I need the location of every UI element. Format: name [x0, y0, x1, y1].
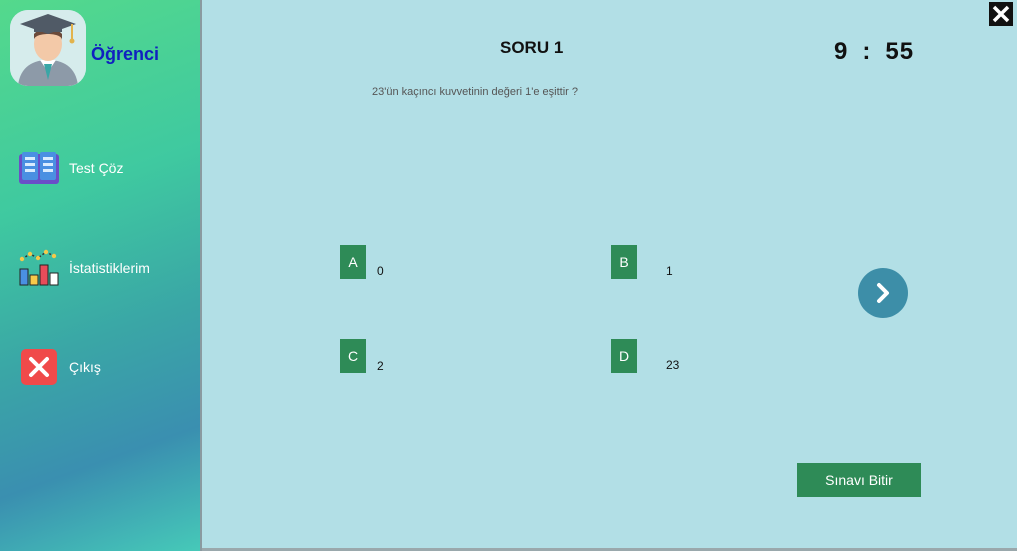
option-c-text: 2	[377, 359, 384, 373]
timer-minutes: 9	[834, 38, 849, 65]
timer: 9:55	[834, 38, 914, 66]
option-c-button[interactable]: C	[340, 339, 366, 373]
next-question-button[interactable]	[858, 268, 908, 318]
option-b-text: 1	[666, 264, 673, 278]
timer-seconds: 55	[885, 38, 915, 65]
sidebar-item-test-coz[interactable]: Test Çöz	[17, 148, 123, 188]
close-icon	[17, 347, 61, 387]
sidebar-item-label: Test Çöz	[69, 160, 124, 176]
student-avatar-icon	[10, 10, 86, 86]
chevron-right-icon	[877, 283, 889, 303]
book-icon	[17, 148, 61, 188]
question-title: SORU 1	[500, 38, 564, 57]
sidebar-item-label: İstatistiklerim	[69, 260, 150, 276]
chart-icon	[17, 248, 61, 288]
sidebar: Öğrenci Test Çöz İstatistiklerim Çıkış	[0, 0, 202, 551]
option-d-text: 23	[666, 358, 680, 372]
question-text: 23'ün kaçıncı kuvvetinin değeri 1'e eşit…	[372, 86, 578, 98]
close-icon	[989, 2, 1013, 26]
close-window-button[interactable]	[989, 2, 1013, 26]
main-panel: SORU 1 9:55 23'ün kaçıncı kuvvetinin değ…	[202, 0, 1017, 551]
option-a-text: 0	[377, 264, 384, 278]
timer-separator: :	[862, 38, 872, 65]
avatar	[10, 10, 86, 86]
option-a-button[interactable]: A	[340, 245, 366, 279]
profile	[10, 10, 86, 86]
user-name: Öğrenci	[91, 44, 160, 64]
sidebar-item-cikis[interactable]: Çıkış	[17, 347, 101, 387]
sidebar-item-istatistiklerim[interactable]: İstatistiklerim	[17, 248, 150, 288]
option-b-button[interactable]: B	[611, 245, 637, 279]
sidebar-item-label: Çıkış	[69, 359, 101, 375]
finish-exam-button[interactable]: Sınavı Bitir	[797, 463, 921, 497]
option-d-button[interactable]: D	[611, 339, 637, 373]
